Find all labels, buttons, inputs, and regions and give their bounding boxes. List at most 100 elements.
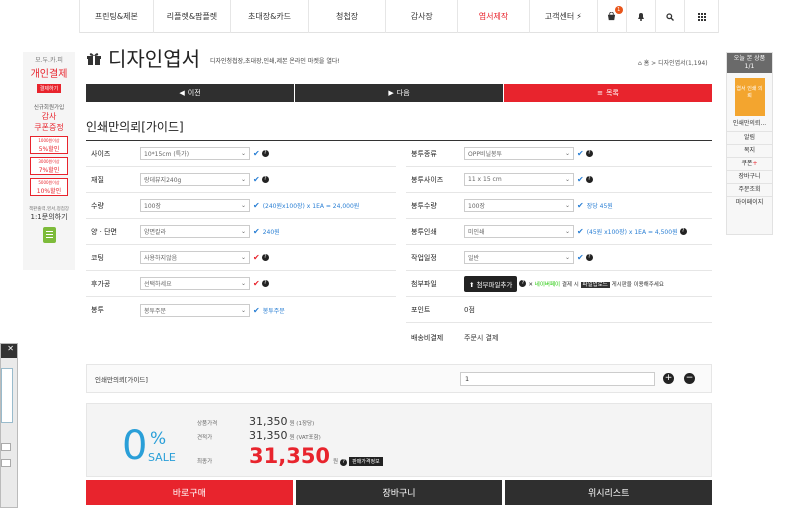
add-cart-button[interactable]: 장바구니 xyxy=(295,480,503,505)
nav-support[interactable]: 고객센터 ⚡ xyxy=(528,0,597,33)
breadcrumb: ⌂ 홈 > 디자인엽서(1,194) xyxy=(638,58,708,67)
quote-price-row: 견적가 31,350 원 (VAT포함) xyxy=(197,429,321,442)
material-value: 랑데뷰지240g xyxy=(144,177,182,184)
item-nav: ◀ 이전 ▶ 다음 ≡ 목록 xyxy=(86,84,712,102)
rp-list[interactable]: 목지 xyxy=(727,144,772,157)
personal-pay-title: 개인결제 xyxy=(30,69,68,80)
grid-menu-icon[interactable] xyxy=(684,0,720,33)
inquiry-text[interactable]: 1:1문의하기 xyxy=(23,212,75,222)
prev-button[interactable]: ◀ 이전 xyxy=(86,84,294,102)
popup-field[interactable] xyxy=(1,443,11,451)
wishlist-button[interactable]: 위시리스트 xyxy=(505,480,713,505)
rp-cart[interactable]: 장바구니 xyxy=(727,170,772,183)
postprocess-select[interactable]: 선택하세요 ⌄ xyxy=(140,277,250,290)
rp-coupon[interactable]: 쿠폰+ xyxy=(727,157,772,170)
plus-icon[interactable]: + xyxy=(663,373,674,384)
check-icon: ✔ xyxy=(577,201,584,210)
attach-notice: ✕ 네이버페이 결제 시 파일업로드 게시판을 이용해주세요 xyxy=(528,280,664,288)
nav-invitation[interactable]: 초대장&카드 xyxy=(230,0,308,33)
page-subtitle: 디자인청첩장,초대장,인쇄,제본 온라인 마켓을 열다! xyxy=(210,58,340,65)
bell-icon[interactable] xyxy=(625,0,655,33)
env-print-note: (45원 x100장) x 1EA = 4,500원 xyxy=(586,229,678,236)
document-icon[interactable] xyxy=(42,227,56,243)
coupon-5-value: 5%할인 xyxy=(38,146,60,153)
quote-price-label: 견적가 xyxy=(197,435,213,441)
file-upload-link[interactable]: 파일업로드 xyxy=(580,281,610,288)
nav-leaflet[interactable]: 리플렛&팜플렛 xyxy=(152,0,231,33)
row-env-size: 봉투사이즈 11 x 15 cm ⌄ ✔? xyxy=(406,167,712,193)
recent-product-thumb[interactable]: 엽서 인쇄 의뢰 xyxy=(734,78,765,116)
size-select[interactable]: 10*15cm (특가) ⌄ xyxy=(140,147,250,160)
check-icon: ✔ xyxy=(577,227,584,236)
list-button[interactable]: ≡ 목록 xyxy=(504,84,712,102)
coupon-10[interactable]: 5000원이상 10%할인 xyxy=(30,178,68,196)
nav-support-label: 고객센터 xyxy=(544,12,575,21)
help-icon[interactable]: ? xyxy=(261,176,269,183)
popup-field[interactable] xyxy=(1,459,11,467)
unit-price-row: 상품가격 31,350 원 (1장당) xyxy=(197,415,314,428)
order-quantity-box: 인쇄만의뢰[가이드] 1 + − xyxy=(86,364,712,393)
sides-label: 양 · 단면 xyxy=(91,227,117,236)
buy-now-button[interactable]: 바로구매 xyxy=(86,480,293,505)
row-shipping: 배송비결제 주문시 결제 xyxy=(406,323,712,353)
coating-select[interactable]: 사용하지않음 ⌄ xyxy=(140,251,250,264)
rp-orders[interactable]: 주문조회 xyxy=(727,183,772,196)
sale-percent: 0 xyxy=(122,423,148,469)
help-icon[interactable]: ? xyxy=(519,280,527,287)
coupon-5[interactable]: 1000원이상 5%할인 xyxy=(30,136,68,154)
prev-label: 이전 xyxy=(187,89,201,97)
help-icon[interactable]: ? xyxy=(585,254,593,261)
schedule-select[interactable]: 일반 ⌄ xyxy=(464,251,574,264)
env-qty-select[interactable]: 100장 ⌄ xyxy=(464,199,574,212)
check-icon: ✔ xyxy=(577,175,584,184)
row-quantity: 수량 100장 ⌄ ✔ (240원x100장) x 1EA = 24,000원 xyxy=(86,193,396,219)
quantity-note: (240원x100장) x 1EA = 24,000원 xyxy=(262,203,360,210)
nav-postcard[interactable]: 엽서제작 xyxy=(457,0,529,33)
env-qty-value: 100장 xyxy=(468,203,485,210)
help-icon[interactable]: ? xyxy=(261,254,269,261)
postprocess-label: 후가공 xyxy=(91,279,111,288)
coating-label: 코팅 xyxy=(91,253,104,262)
size-value: 10*15cm (특가) xyxy=(144,151,190,158)
attach-file-button[interactable]: ⬆ 첨부파일추가 xyxy=(464,275,518,292)
env-type-select[interactable]: OPP비닐봉투 ⌄ xyxy=(464,147,574,160)
final-price-row: 최종가 31,350 원 ? 판매가격정보 xyxy=(197,444,383,468)
help-icon[interactable]: ? xyxy=(585,176,593,183)
help-icon[interactable]: ? xyxy=(679,228,687,235)
close-icon[interactable]: ✕ xyxy=(1,344,17,358)
brand-text: 모.두.카.피 xyxy=(35,57,63,64)
row-envelope: 봉투 봉투주문 ⌄ ✔ 봉투주문 xyxy=(86,297,396,323)
rp-mypage[interactable]: 마이페이지 xyxy=(727,196,772,209)
coupon-text: 쿠폰증정 xyxy=(34,123,64,132)
help-icon[interactable]: ? xyxy=(261,280,269,287)
cart-icon[interactable]: 1 xyxy=(596,0,626,33)
envelope-select[interactable]: 봉투주문 ⌄ xyxy=(140,303,250,317)
cart-count-badge: 1 xyxy=(614,6,623,14)
quantity-value: 100장 xyxy=(144,203,161,210)
nav-thanks[interactable]: 감사장 xyxy=(385,0,457,33)
price-info-tooltip: 판매가격정보 xyxy=(349,457,383,466)
check-icon: ✔ xyxy=(577,149,584,158)
recent-product-name[interactable]: 인쇄만의뢰... xyxy=(727,118,772,127)
help-icon[interactable]: ? xyxy=(585,150,593,157)
help-icon[interactable]: ? xyxy=(261,150,269,157)
nav-printing[interactable]: 프린팅&제본 xyxy=(79,0,153,33)
rp-notice[interactable]: 알림 xyxy=(727,131,772,144)
quantity-input[interactable]: 1 xyxy=(460,372,655,386)
nav-wedding[interactable]: 청첩장 xyxy=(307,0,386,33)
env-size-select[interactable]: 11 x 15 cm ⌄ xyxy=(464,173,574,186)
material-label: 재질 xyxy=(91,175,104,184)
quantity-select[interactable]: 100장 ⌄ xyxy=(140,199,250,212)
coupon-7[interactable]: 3000원이상 7%할인 xyxy=(30,157,68,175)
top-nav: 프린팅&제본 리플렛&팜플렛 초대장&카드 청첩장 감사장 엽서제작 고객센터 ⚡… xyxy=(79,0,720,33)
minus-icon[interactable]: − xyxy=(684,373,695,384)
help-icon[interactable]: ? xyxy=(340,459,348,466)
pay-button[interactable]: 결제하기 xyxy=(36,84,62,93)
attach-n4: 게시판을 이용해주세요 xyxy=(611,281,664,288)
env-print-select[interactable]: 미인쇄 ⌄ xyxy=(464,225,574,238)
breadcrumb-text[interactable]: 홈 > 디자인엽서(1,194) xyxy=(644,60,708,67)
search-icon[interactable] xyxy=(654,0,684,33)
next-button[interactable]: ▶ 다음 xyxy=(295,84,503,102)
sides-select[interactable]: 양면칼라 ⌄ xyxy=(140,225,250,238)
material-select[interactable]: 랑데뷰지240g ⌄ xyxy=(140,173,250,186)
